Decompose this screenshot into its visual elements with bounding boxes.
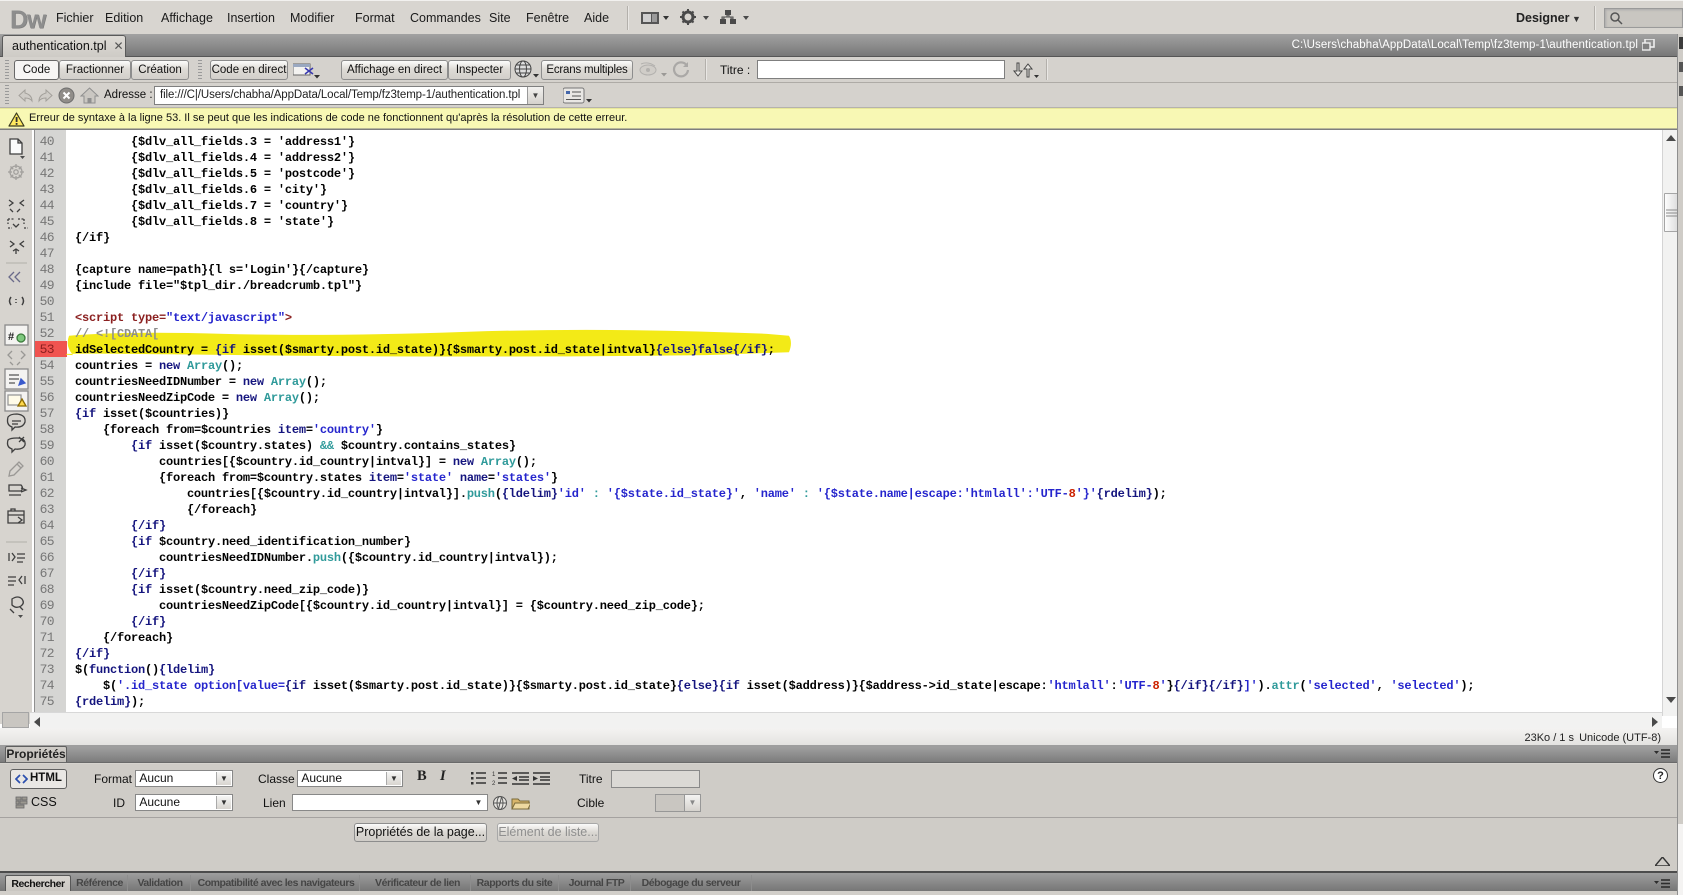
svg-text:2: 2 (492, 781, 496, 785)
svg-text:1: 1 (492, 772, 496, 778)
svg-text:#: # (8, 331, 14, 343)
